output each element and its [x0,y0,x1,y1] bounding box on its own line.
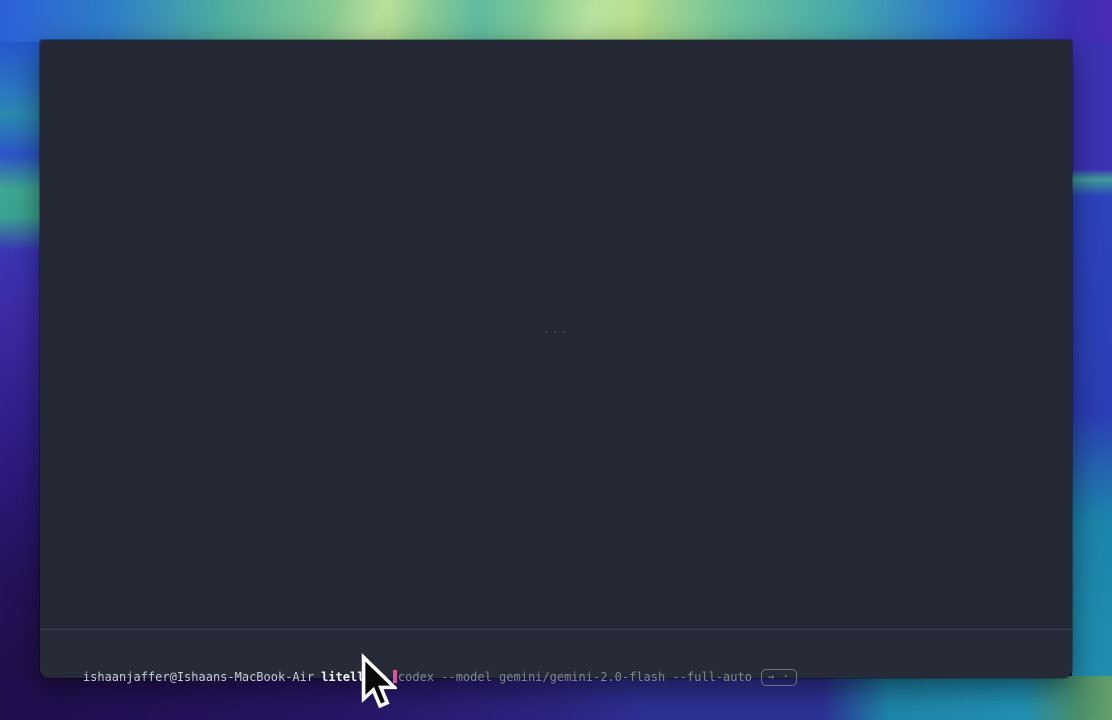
prompt-directory: litellm [321,670,372,684]
autosuggest-hint-key: → · [761,669,797,686]
autosuggestion-text: codex --model gemini/gemini-2.0-flash --… [398,670,752,684]
prompt-symbol: % [379,670,386,684]
text-cursor [393,670,397,683]
wallpaper-right-strip [1072,40,1112,720]
wallpaper-top-strip [0,0,1112,42]
wallpaper-left-strip [0,40,42,720]
terminal-window[interactable]: ... ishaanjaffer@Ishaans-MacBook-Airlite… [40,40,1072,678]
prompt-user-host: ishaanjaffer@Ishaans-MacBook-Air [83,670,314,684]
loading-indicator: ... [543,323,569,336]
shell-prompt[interactable]: ishaanjaffer@Ishaans-MacBook-Air litellm%… [54,647,1058,707]
